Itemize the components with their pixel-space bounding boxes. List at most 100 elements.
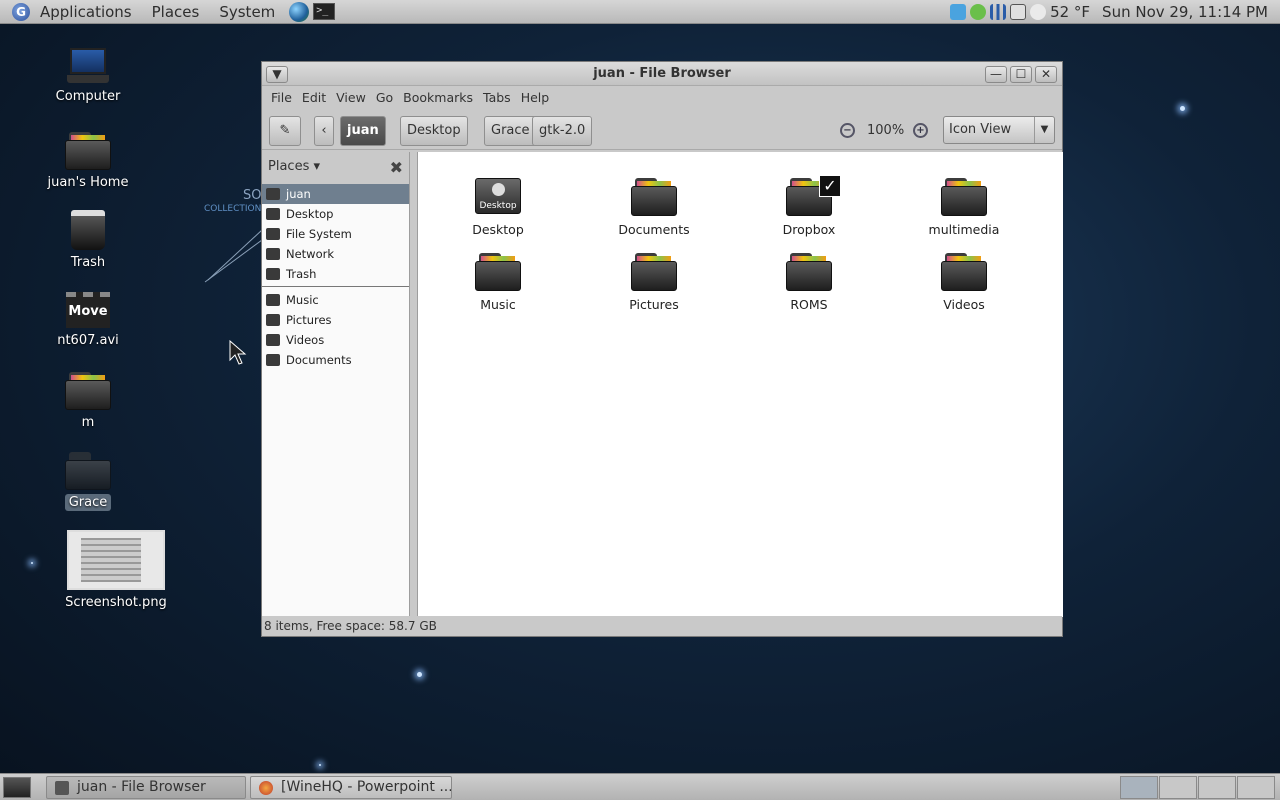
system-menu[interactable]: System	[209, 0, 285, 24]
taskbar-item-file-browser[interactable]: juan - File Browser	[46, 776, 246, 799]
desktop-icon-computer[interactable]: Computer	[28, 48, 148, 105]
folder-icon	[266, 314, 280, 326]
menu-go[interactable]: Go	[371, 90, 398, 105]
file-item-label: Videos	[943, 297, 985, 312]
desktop-icon-m[interactable]: m	[28, 372, 148, 431]
sidebar-item-file-system[interactable]: File System	[262, 224, 409, 244]
desktop-icon-label: Trash	[70, 255, 106, 270]
sidebar-item-network[interactable]: Network	[262, 244, 409, 264]
desktop-folder-icon: Desktop	[475, 178, 521, 214]
desktop-icon-trash[interactable]: Trash	[28, 210, 148, 271]
weather-temperature[interactable]: 52 °F	[1050, 3, 1090, 21]
icon-view: Desktop Desktop Documents ✓ Dropbox mult…	[417, 152, 1063, 617]
star	[417, 672, 422, 677]
firefox-icon	[259, 781, 273, 795]
workspace-2[interactable]	[1159, 776, 1197, 799]
menubar: File Edit View Go Bookmarks Tabs Help	[262, 86, 1062, 108]
menu-bookmarks[interactable]: Bookmarks	[398, 90, 478, 105]
menu-help[interactable]: Help	[516, 90, 555, 105]
folder-icon	[266, 334, 280, 346]
path-button-desktop[interactable]: Desktop	[400, 116, 468, 146]
file-item[interactable]: Pictures	[594, 253, 714, 312]
file-item[interactable]: Videos	[904, 253, 1024, 312]
desktop-icon-grace[interactable]: Grace	[28, 452, 148, 511]
file-item[interactable]: ✓ Dropbox	[749, 175, 869, 237]
sidebar-header: Places ▾ ✖	[262, 152, 409, 184]
path-button-juan[interactable]: juan	[340, 116, 386, 146]
folder-icon	[65, 452, 111, 490]
menu-tabs[interactable]: Tabs	[478, 90, 516, 105]
file-item[interactable]: Desktop Desktop	[438, 178, 558, 237]
path-button-gtk[interactable]: gtk-2.0	[532, 116, 593, 146]
workspace-1[interactable]	[1120, 776, 1158, 799]
top-panel: G Applications Places System >_ 52 °F Su…	[0, 0, 1280, 24]
gnome-foot-icon[interactable]: G	[12, 2, 30, 21]
weather-icon[interactable]	[1030, 4, 1047, 20]
workspace-3[interactable]	[1198, 776, 1236, 799]
sidebar-item-desktop[interactable]: Desktop	[262, 204, 409, 224]
wallpaper-text: SO	[243, 188, 262, 203]
menu-edit[interactable]: Edit	[297, 90, 331, 105]
home-icon	[266, 188, 280, 200]
folder-icon	[941, 253, 987, 291]
sidebar-item-trash[interactable]: Trash	[262, 264, 409, 284]
menu-view[interactable]: View	[331, 90, 371, 105]
desktop-icon-screenshot[interactable]: Screenshot.png	[56, 530, 176, 611]
update-icon[interactable]	[970, 4, 987, 20]
zoom-out-icon[interactable]: −	[840, 123, 855, 138]
menu-file[interactable]: File	[266, 90, 297, 105]
file-item-label: Pictures	[629, 297, 679, 312]
sidebar-places-dropdown[interactable]: Places ▾	[268, 159, 320, 174]
web-browser-icon[interactable]	[289, 1, 310, 22]
dropbox-icon[interactable]	[950, 4, 967, 20]
battery-icon[interactable]	[1010, 4, 1027, 20]
terminal-icon[interactable]: >_	[313, 3, 336, 20]
zoom-in-icon[interactable]: +	[913, 123, 928, 138]
window-title: juan - File Browser	[593, 66, 731, 81]
folder-icon	[266, 354, 280, 366]
workspace-4[interactable]	[1237, 776, 1275, 799]
places-menu[interactable]: Places	[142, 0, 210, 24]
desktop-icon-label: Screenshot.png	[65, 595, 167, 610]
home-folder-icon	[65, 132, 111, 170]
taskbar-item-winehq[interactable]: [WineHQ - Powerpoint ...	[250, 776, 452, 799]
sidebar-bookmark-pictures[interactable]: Pictures	[262, 310, 409, 330]
trash-icon	[266, 268, 280, 280]
minimize-button[interactable]: —	[985, 66, 1007, 83]
file-item[interactable]: multimedia	[904, 178, 1024, 237]
sidebar-separator	[262, 286, 409, 287]
file-item[interactable]: Documents	[594, 178, 714, 237]
path-back-arrow-button[interactable]: ‹	[314, 116, 334, 146]
sidebar-bookmark-documents[interactable]: Documents	[262, 350, 409, 370]
desktop-icon-video[interactable]: Move nt607.avi	[28, 292, 148, 349]
clock[interactable]: Sun Nov 29, 11:14 PM	[1102, 3, 1268, 21]
location-toggle-button[interactable]: ✎	[269, 116, 301, 146]
sidebar-item-juan[interactable]: juan	[262, 184, 409, 204]
desktop-icon-home[interactable]: juan's Home	[28, 132, 148, 191]
file-item-label: Music	[480, 297, 516, 312]
sidebar-bookmark-music[interactable]: Music	[262, 290, 409, 310]
file-item[interactable]: ROMS	[749, 253, 869, 312]
zoom-level[interactable]: 100%	[867, 116, 904, 146]
system-tray: 52 °F Sun Nov 29, 11:14 PM	[950, 0, 1280, 24]
desktop-icon-label: nt607.avi	[57, 333, 119, 348]
sidebar-bookmark-videos[interactable]: Videos	[262, 330, 409, 350]
view-mode-select[interactable]: Icon View ▼	[943, 116, 1055, 144]
maximize-button[interactable]: ☐	[1010, 66, 1032, 83]
applications-menu[interactable]: Applications	[30, 0, 142, 24]
file-item[interactable]: Music	[438, 253, 558, 312]
close-sidebar-icon[interactable]: ✖	[390, 158, 403, 177]
file-item-label: multimedia	[928, 222, 1000, 237]
close-button[interactable]: ✕	[1035, 66, 1057, 83]
network-signal-icon[interactable]	[990, 4, 1007, 20]
folder-icon	[631, 253, 677, 291]
places-sidebar: Places ▾ ✖ juan Desktop File System Netw…	[262, 152, 410, 617]
show-desktop-icon[interactable]	[3, 777, 31, 798]
chevron-down-icon: ▼	[1034, 117, 1054, 143]
window-titlebar[interactable]: ▼ juan - File Browser — ☐ ✕	[262, 62, 1062, 86]
file-item-label: Desktop	[472, 222, 524, 237]
folder-icon	[266, 294, 280, 306]
checkmark-icon: ✓	[819, 175, 841, 197]
file-browser-icon	[55, 781, 69, 795]
path-button-grace[interactable]: Grace	[484, 116, 537, 146]
